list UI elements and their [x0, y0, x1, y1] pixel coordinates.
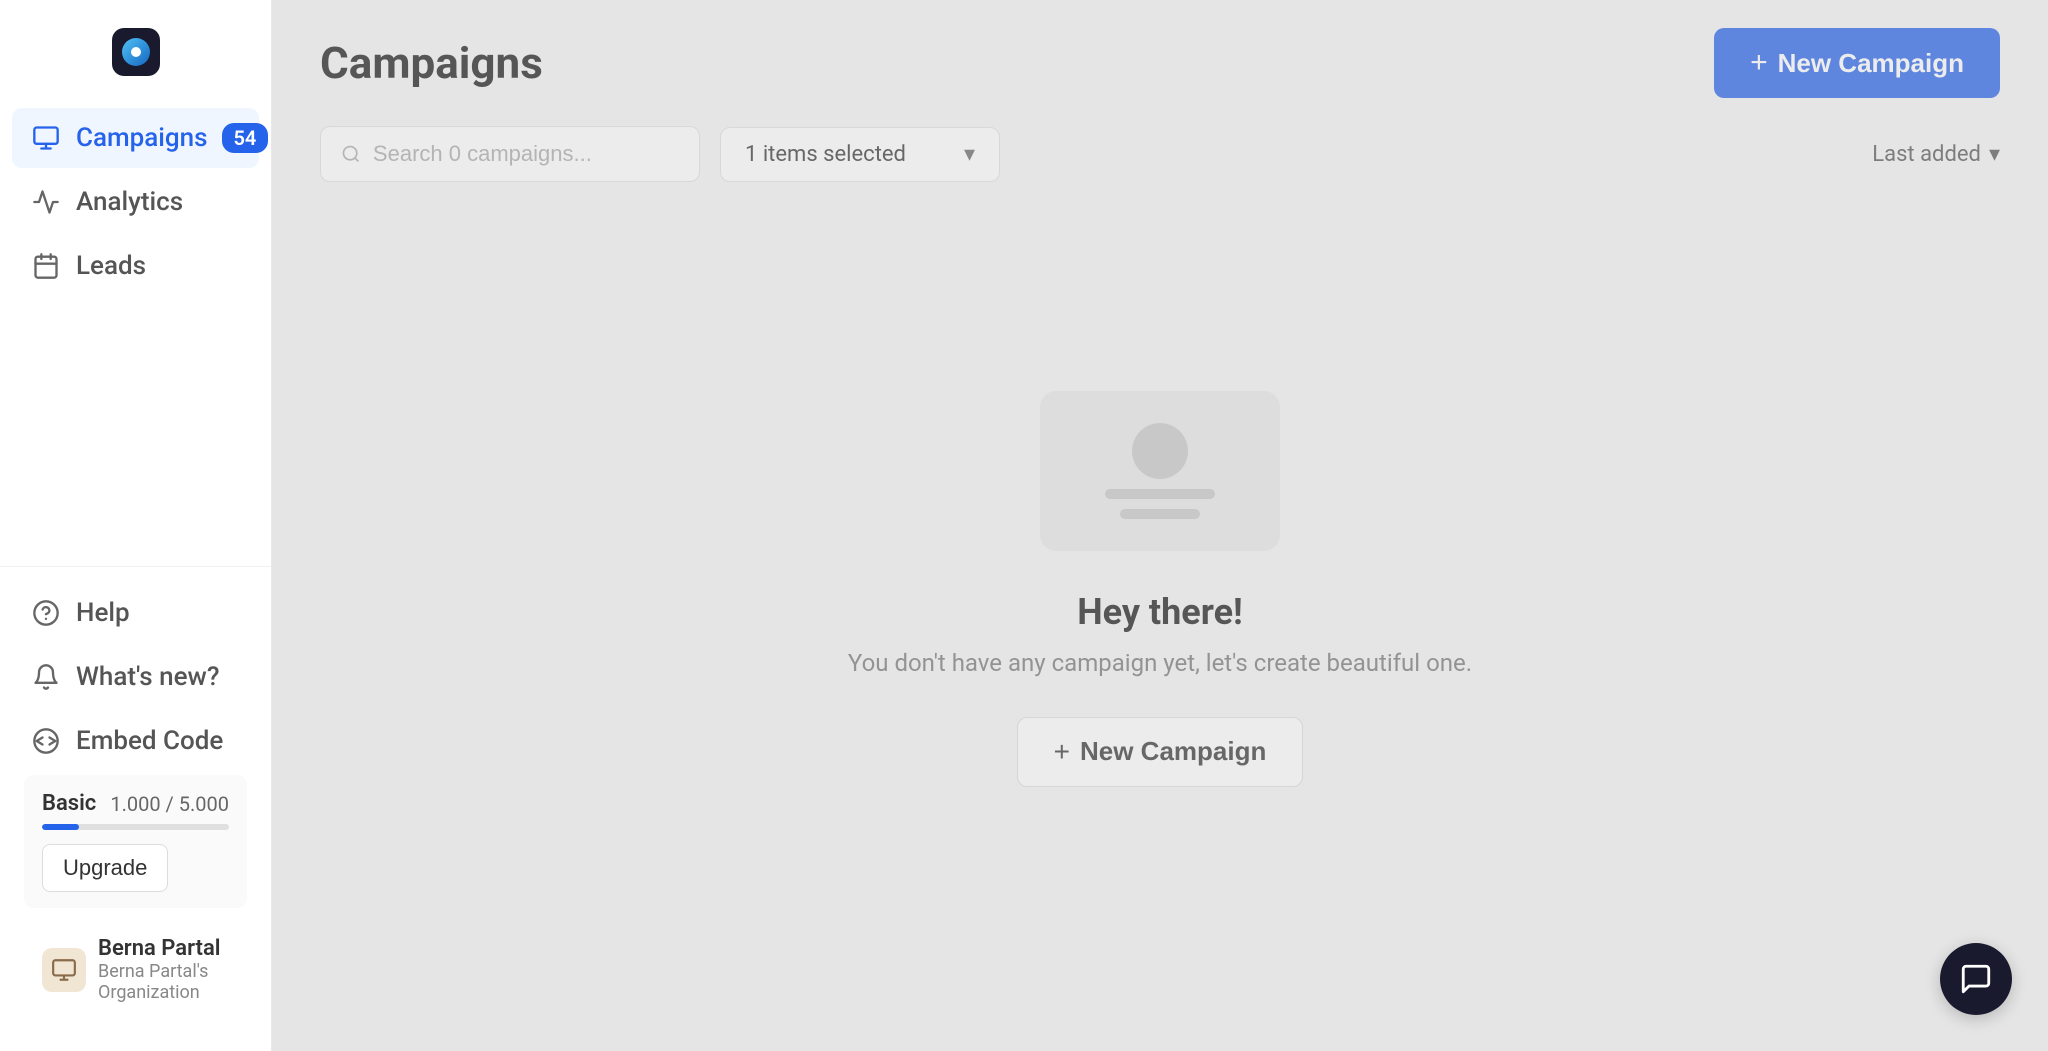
empty-subtitle: You don't have any campaign yet, let's c… [848, 649, 1472, 677]
sort-section[interactable]: Last added ▾ [1872, 142, 2000, 167]
app-logo[interactable] [112, 28, 160, 76]
plan-progress-bar [42, 824, 229, 830]
illus-circle [1132, 423, 1188, 479]
analytics-icon [30, 186, 62, 218]
empty-state: Hey there! You don't have any campaign y… [272, 206, 2048, 1051]
plan-section: Basic 1.000 / 5.000 Upgrade [24, 775, 247, 908]
chevron-down-icon: ▾ [964, 142, 975, 167]
plan-count: 1.000 / 5.000 [110, 792, 229, 816]
help-label: Help [76, 598, 130, 628]
sidebar-item-campaigns[interactable]: Campaigns 54 [12, 108, 259, 168]
analytics-label: Analytics [76, 187, 183, 217]
chat-icon [1959, 962, 1993, 996]
toolbar: 1 items selected ▾ Last added ▾ [272, 126, 2048, 206]
sidebar-nav: Campaigns 54 Analytics Leads [0, 108, 271, 566]
sidebar-item-analytics[interactable]: Analytics [12, 172, 259, 232]
leads-icon [30, 250, 62, 282]
avatar [42, 948, 86, 992]
new-campaign-label-empty: New Campaign [1080, 736, 1266, 767]
campaigns-label: Campaigns [76, 123, 208, 153]
campaigns-badge: 54 [222, 123, 269, 153]
sidebar-bottom: Help What's new? Embed Code [0, 566, 271, 1051]
chat-bubble[interactable] [1940, 943, 2012, 1015]
filter-dropdown[interactable]: 1 items selected ▾ [720, 127, 1000, 182]
sort-label: Last added [1872, 142, 1981, 167]
sidebar-item-whats-new[interactable]: What's new? [12, 647, 259, 707]
embed-code-icon [30, 725, 62, 757]
illus-line-1 [1105, 489, 1215, 499]
filter-label: 1 items selected [745, 142, 906, 167]
user-info: Berna Partal Berna Partal's Organization [98, 936, 229, 1003]
new-campaign-label-top: New Campaign [1778, 48, 1964, 79]
empty-illustration [1040, 391, 1280, 551]
whats-new-icon [30, 661, 62, 693]
campaigns-icon [30, 122, 62, 154]
search-icon [341, 143, 361, 165]
embed-code-label: Embed Code [76, 726, 223, 756]
top-bar: Campaigns + New Campaign [272, 0, 2048, 126]
new-campaign-button-empty[interactable]: + New Campaign [1017, 717, 1304, 787]
sidebar-item-help[interactable]: Help [12, 583, 259, 643]
sort-chevron-icon: ▾ [1989, 142, 2000, 167]
user-org: Berna Partal's Organization [98, 961, 229, 1003]
search-input[interactable] [373, 141, 679, 167]
new-campaign-button-top[interactable]: + New Campaign [1714, 28, 2000, 98]
leads-label: Leads [76, 251, 146, 281]
sidebar-item-leads[interactable]: Leads [12, 236, 259, 296]
plus-icon-empty: + [1054, 736, 1070, 768]
search-box[interactable] [320, 126, 700, 182]
empty-title: Hey there! [1077, 591, 1243, 633]
plan-label: Basic [42, 791, 96, 816]
illus-line-2 [1120, 509, 1200, 519]
plus-icon: + [1750, 46, 1768, 80]
plan-progress-fill [42, 824, 79, 830]
user-name: Berna Partal [98, 936, 229, 961]
sidebar-item-embed-code[interactable]: Embed Code [12, 711, 259, 771]
upgrade-button[interactable]: Upgrade [42, 844, 168, 892]
user-section: Berna Partal Berna Partal's Organization [24, 920, 247, 1019]
sidebar: Campaigns 54 Analytics Leads [0, 0, 272, 1051]
page-title: Campaigns [320, 37, 543, 89]
main-content: Campaigns + New Campaign 1 items selecte… [272, 0, 2048, 1051]
whats-new-label: What's new? [76, 662, 219, 692]
help-icon [30, 597, 62, 629]
